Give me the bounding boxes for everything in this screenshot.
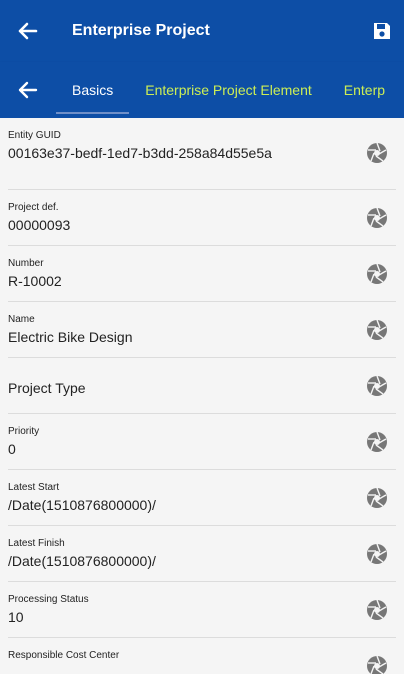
field-label: Latest Start — [8, 482, 60, 493]
aperture-icon[interactable] — [366, 599, 388, 621]
field-responsible-cost-center[interactable]: Responsible Cost Center — [8, 638, 396, 674]
field-value: 10 — [8, 609, 24, 625]
field-project-def[interactable]: Project def. 00000093 — [8, 190, 396, 246]
field-processing-status[interactable]: Processing Status 10 — [8, 582, 396, 638]
aperture-icon[interactable] — [366, 319, 388, 341]
field-value: 00163e37-bedf-1ed7-b3dd-258a84d55e5a — [8, 145, 272, 161]
field-label: Number — [8, 258, 44, 269]
field-label: Processing Status — [8, 594, 89, 605]
aperture-icon[interactable] — [366, 207, 388, 229]
aperture-icon[interactable] — [366, 487, 388, 509]
field-label: Name — [8, 314, 35, 325]
field-value: /Date(1510876800000)/ — [8, 553, 156, 569]
field-value: 0 — [8, 441, 16, 457]
aperture-icon[interactable] — [366, 655, 388, 674]
field-value: /Date(1510876800000)/ — [8, 497, 156, 513]
tab-bar: Basics Enterprise Project Element Enterp — [0, 62, 404, 118]
save-button[interactable] — [360, 0, 404, 62]
field-value: R-10002 — [8, 273, 62, 289]
tab-basics[interactable]: Basics — [56, 62, 130, 118]
field-number[interactable]: Number R-10002 — [8, 246, 396, 302]
field-name[interactable]: Name Electric Bike Design — [8, 302, 396, 358]
field-latest-finish[interactable]: Latest Finish /Date(1510876800000)/ — [8, 526, 396, 582]
tab-enterprise-more[interactable]: Enterp — [328, 62, 401, 118]
field-label: Priority — [8, 426, 40, 437]
field-priority[interactable]: Priority 0 — [8, 414, 396, 470]
field-entity-guid[interactable]: Entity GUID 00163e37-bedf-1ed7-b3dd-258a… — [8, 118, 396, 190]
field-label: Latest Finish — [8, 538, 65, 549]
aperture-icon[interactable] — [366, 142, 388, 164]
page-title: Enterprise Project — [72, 22, 210, 39]
field-value: 00000093 — [8, 217, 71, 233]
tab-enterprise-project-element[interactable]: Enterprise Project Element — [129, 62, 328, 118]
back-button[interactable] — [0, 0, 56, 62]
field-value: Electric Bike Design — [8, 329, 133, 345]
tabs-back-button[interactable] — [0, 62, 56, 118]
field-placeholder: Project Type — [8, 380, 86, 396]
field-label: Responsible Cost Center — [8, 650, 120, 661]
field-label: Entity GUID — [8, 130, 61, 141]
field-list: Entity GUID 00163e37-bedf-1ed7-b3dd-258a… — [0, 118, 404, 674]
field-label: Project def. — [8, 202, 59, 213]
aperture-icon[interactable] — [366, 431, 388, 453]
app-header: Enterprise Project — [0, 0, 404, 62]
aperture-icon[interactable] — [366, 263, 388, 285]
field-latest-start[interactable]: Latest Start /Date(1510876800000)/ — [8, 470, 396, 526]
arrow-left-icon — [18, 81, 38, 99]
arrow-left-icon — [18, 22, 38, 40]
save-icon — [374, 23, 390, 39]
field-project-type[interactable]: Project Type — [8, 358, 396, 414]
aperture-icon[interactable] — [366, 543, 388, 565]
aperture-icon[interactable] — [366, 375, 388, 397]
